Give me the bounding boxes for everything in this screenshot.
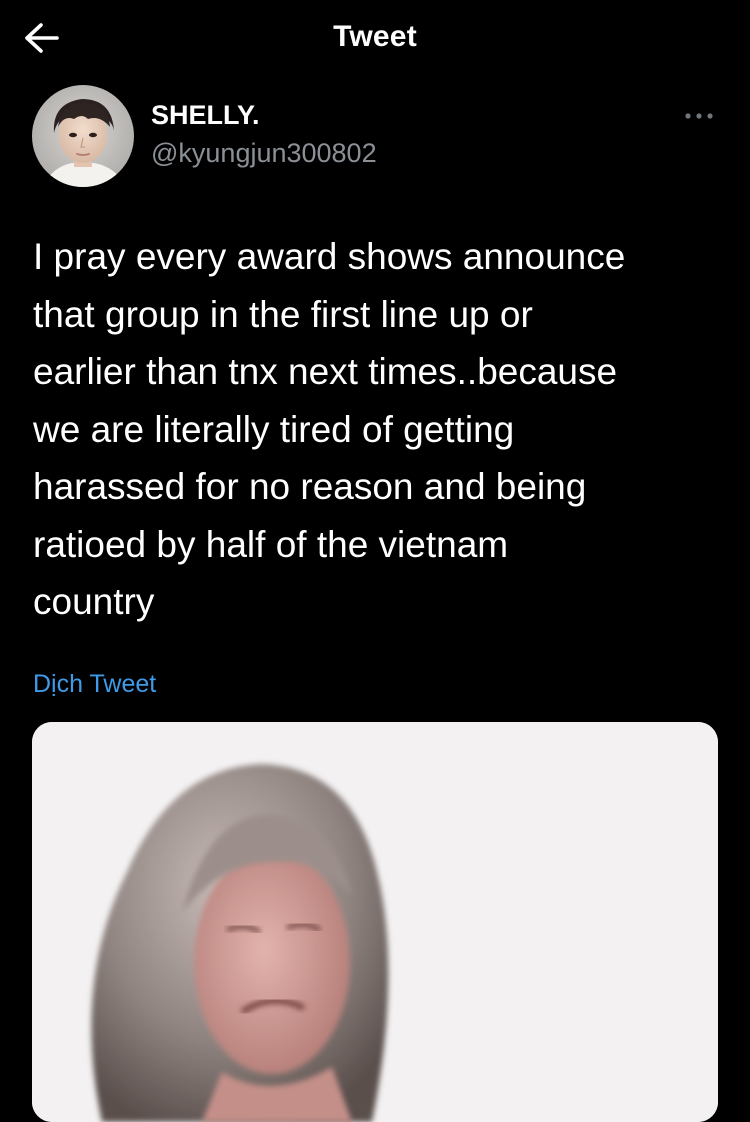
avatar-image: [32, 85, 134, 187]
media-image: [32, 722, 718, 1122]
tweet-text: I pray every award shows announce that g…: [33, 236, 626, 622]
more-horizontal-icon: [685, 113, 713, 119]
author-handle[interactable]: @kyungjun300802: [151, 138, 377, 169]
translate-tweet-link[interactable]: Dịch Tweet: [33, 670, 156, 699]
author-display-name[interactable]: SHELLY.: [151, 100, 260, 131]
avatar[interactable]: [32, 85, 134, 187]
more-options-button[interactable]: [680, 106, 720, 126]
tweet-media[interactable]: [32, 722, 718, 1122]
top-bar: Tweet: [0, 0, 750, 78]
page-title: Tweet: [333, 20, 417, 53]
